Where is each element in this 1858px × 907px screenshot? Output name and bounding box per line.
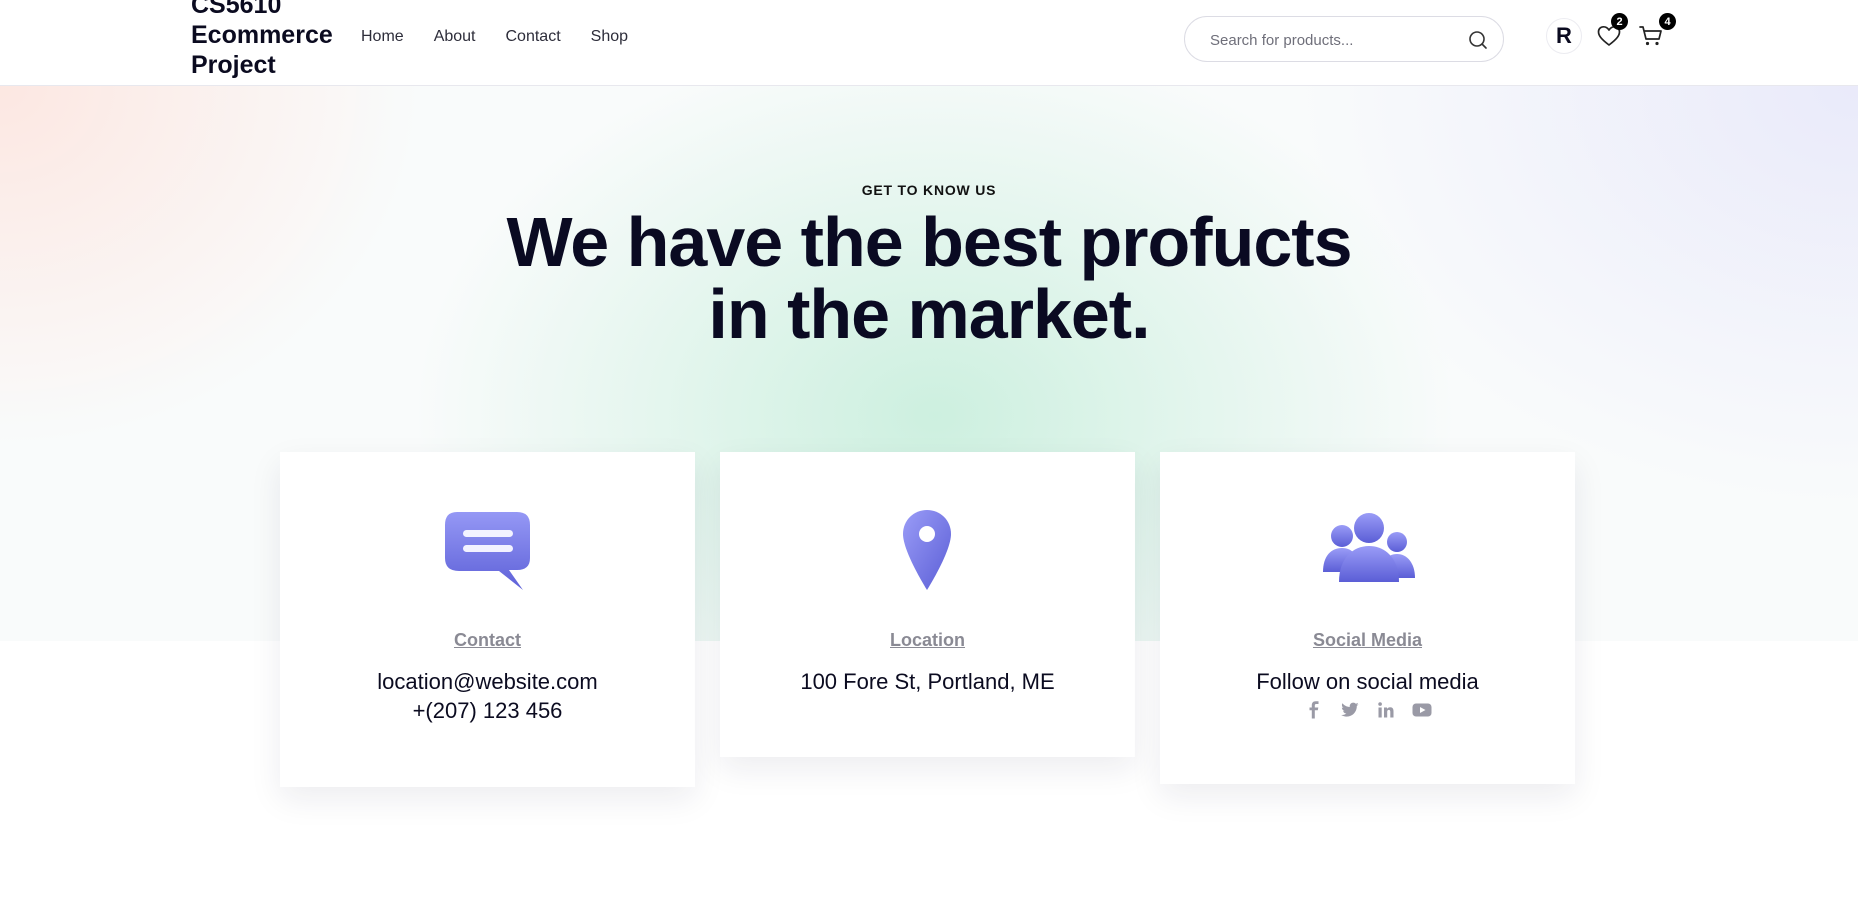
brand-line: CS5610 xyxy=(191,0,282,19)
social-media-title-link[interactable]: Social Media xyxy=(1160,630,1575,651)
youtube-icon[interactable] xyxy=(1412,701,1432,719)
contact-title-link[interactable]: Contact xyxy=(280,630,695,651)
search-icon[interactable] xyxy=(1467,29,1489,51)
wishlist-button[interactable]: 2 xyxy=(1596,13,1628,53)
heart-icon xyxy=(1596,25,1622,53)
map-pin-icon xyxy=(877,508,977,598)
contact-card: Contact location@website.com +(207) 123 … xyxy=(280,452,695,787)
avatar[interactable]: R xyxy=(1546,18,1582,54)
search-input[interactable] xyxy=(1210,29,1450,51)
contact-phone[interactable]: +(207) 123 456 xyxy=(280,698,695,724)
nav-home[interactable]: Home xyxy=(361,28,404,46)
twitter-icon[interactable] xyxy=(1340,701,1360,719)
cart-icon xyxy=(1638,26,1664,53)
headline-line: We have the best profucts xyxy=(506,203,1352,281)
cart-button[interactable]: 4 xyxy=(1638,13,1676,53)
social-media-text: Follow on social media xyxy=(1256,669,1479,694)
headline-line: in the market. xyxy=(708,275,1150,353)
brand-line: Ecommerce xyxy=(191,21,333,49)
site-header: CS5610 Ecommerce Project Home About Cont… xyxy=(0,0,1858,86)
contact-email[interactable]: location@website.com xyxy=(280,669,695,695)
social-media-card: Social Media Follow on social media xyxy=(1160,452,1575,784)
nav-shop[interactable]: Shop xyxy=(591,28,628,46)
brand-logo[interactable]: CS5610 Ecommerce Project xyxy=(191,0,351,80)
location-card: Location 100 Fore St, Portland, ME xyxy=(720,452,1135,757)
hero-headline: We have the best profucts in the market. xyxy=(0,206,1858,350)
nav-about[interactable]: About xyxy=(434,28,476,46)
brand-line: Project xyxy=(191,51,276,79)
cart-count-badge: 4 xyxy=(1659,13,1676,30)
main-nav: Home About Contact Shop xyxy=(361,28,628,46)
location-address: 100 Fore St, Portland, ME xyxy=(800,669,1055,694)
chat-bubble-icon xyxy=(437,508,537,598)
wishlist-count-badge: 2 xyxy=(1611,13,1628,30)
hero-eyebrow: GET TO KNOW US xyxy=(861,182,997,198)
facebook-icon[interactable] xyxy=(1304,701,1324,719)
search-box xyxy=(1184,16,1504,62)
location-title-link[interactable]: Location xyxy=(720,630,1135,651)
users-group-icon xyxy=(1317,508,1417,598)
nav-contact[interactable]: Contact xyxy=(506,28,561,46)
linkedin-icon[interactable] xyxy=(1376,701,1396,719)
social-links xyxy=(1160,701,1575,719)
